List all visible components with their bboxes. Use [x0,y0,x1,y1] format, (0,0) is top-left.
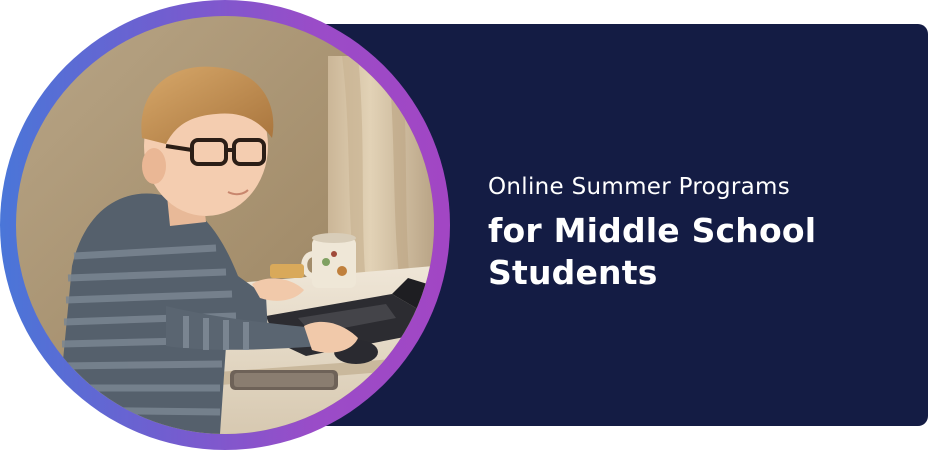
photo-gradient-ring [0,0,450,450]
program-banner: Online Summer Programs for Middle School… [0,0,928,450]
headline-line-1: Online Summer Programs [488,174,791,200]
headline: Online Summer Programs for Middle School… [488,170,908,294]
headline-line-2: for Middle School Students [488,211,817,292]
student-photo [16,16,434,434]
